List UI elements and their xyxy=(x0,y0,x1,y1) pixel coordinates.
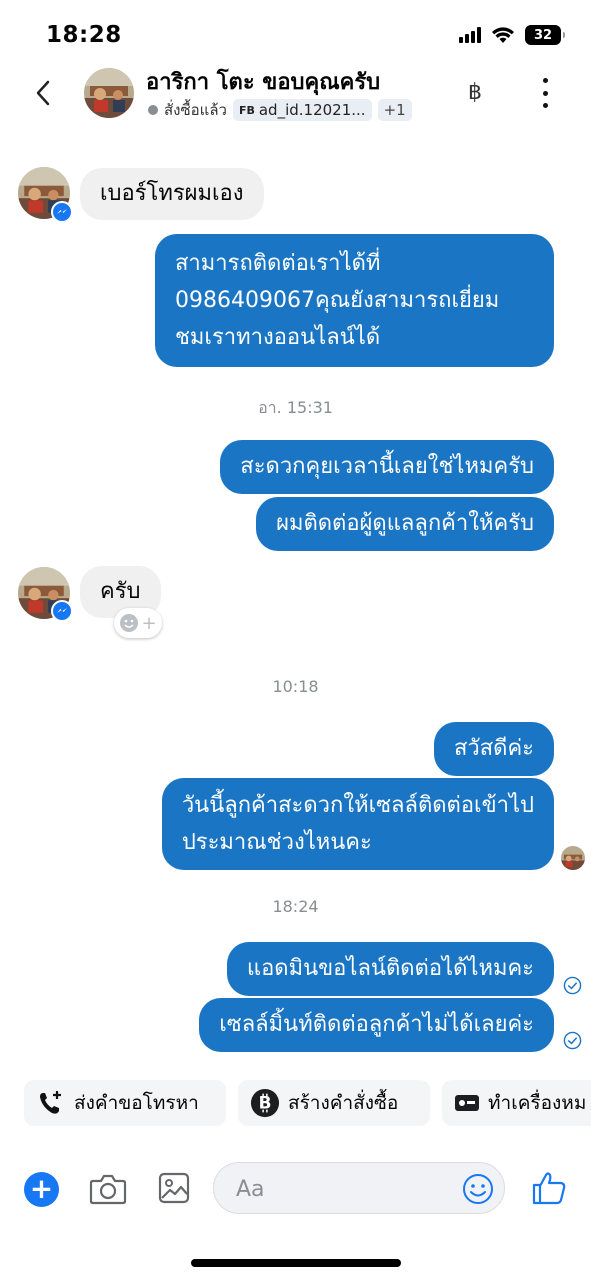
cellular-signal-icon xyxy=(459,27,481,43)
message-composer: + Aa xyxy=(0,1160,591,1220)
ad-id-text: ad_id.12021... xyxy=(258,101,366,119)
outgoing-message[interactable]: แอดมินขอไลน์ติดต่อได้ไหมคะ xyxy=(226,942,554,996)
smiley-icon xyxy=(120,614,139,632)
message-line: สามารถติดต่อเราได้ที่ xyxy=(175,251,381,276)
svg-text:B: B xyxy=(259,1093,272,1113)
mark-button[interactable]: ทำเครื่องหม xyxy=(442,1080,591,1126)
outgoing-message[interactable]: สะดวกคุยเวลานี้เลยใช่ไหมครับ xyxy=(220,440,554,494)
incoming-message[interactable]: เบอร์โทรผมเอง xyxy=(80,168,264,220)
seen-avatar xyxy=(561,846,585,870)
quick-action-label: สร้างคำสั่งซื้อ xyxy=(288,1092,399,1114)
phone-plus-icon xyxy=(36,1088,66,1118)
fb-label: FB xyxy=(238,103,255,117)
status-bar: 18:28 32 xyxy=(0,0,591,60)
ad-id-tag[interactable]: FB ad_id.12021... xyxy=(232,99,372,121)
message-input[interactable]: Aa xyxy=(213,1162,505,1214)
order-status-label: สั่งซื้อแล้ว xyxy=(164,101,227,119)
outgoing-message[interactable]: ผมติดต่อผู้ดูแลลูกค้าให้ครับ xyxy=(256,497,554,551)
camera-icon[interactable] xyxy=(89,1172,127,1206)
back-arrow-icon[interactable] xyxy=(30,76,56,110)
outgoing-message[interactable]: วันนี้ลูกค้าสะดวกให้เซลล์ติดต่อเข้าไป ปร… xyxy=(161,778,554,870)
status-dot-icon xyxy=(148,105,158,115)
delivered-check-icon xyxy=(563,1031,582,1050)
card-icon xyxy=(454,1088,480,1118)
message-placeholder: Aa xyxy=(236,1177,265,1202)
conversation-header: อาริกา โตะ ขอบคุณครับ สั่งซื้อแล้ว FB ad… xyxy=(0,60,591,130)
timestamp: 10:18 xyxy=(272,677,319,696)
quick-action-label: ส่งคำขอโทรหา xyxy=(74,1092,199,1114)
status-time: 18:28 xyxy=(46,22,122,48)
messenger-icon xyxy=(51,201,73,223)
outgoing-message[interactable]: สามารถติดต่อเราได้ที่ 0986409067คุณยังสา… xyxy=(155,234,554,367)
add-reaction-button[interactable]: + xyxy=(114,608,162,638)
message-line: วันนี้ลูกค้าสะดวกให้เซลล์ติดต่อเข้าไป xyxy=(181,793,534,818)
contact-name[interactable]: อาริกา โตะ ขอบคุณครับ xyxy=(146,64,380,99)
timestamp: 18:24 xyxy=(272,897,319,916)
message-line: ประมาณช่วงไหนคะ xyxy=(181,830,372,855)
more-tags-badge[interactable]: +1 xyxy=(377,99,412,121)
battery-icon: 32 xyxy=(525,25,565,45)
request-call-button[interactable]: ส่งคำขอโทรหา xyxy=(24,1080,226,1126)
thumbs-up-icon[interactable] xyxy=(531,1170,567,1206)
delivered-check-icon xyxy=(563,976,582,995)
home-indicator xyxy=(191,1259,401,1267)
contact-avatar[interactable] xyxy=(84,68,134,118)
bitcoin-icon: B xyxy=(250,1088,280,1118)
wifi-icon xyxy=(492,27,514,43)
message-line: ชมเราทางออนไลน์ได้ xyxy=(175,325,381,350)
timestamp: อา. 15:31 xyxy=(258,398,333,417)
contact-subtitle: สั่งซื้อแล้ว FB ad_id.12021... +1 xyxy=(148,98,412,122)
more-options-icon[interactable] xyxy=(538,78,552,108)
plus-icon: + xyxy=(141,612,157,634)
message-line: 0986409067คุณยังสามารถเยี่ยม xyxy=(175,288,500,313)
messenger-icon xyxy=(51,600,73,622)
baht-icon[interactable]: ฿ xyxy=(468,80,482,105)
create-order-button[interactable]: B สร้างคำสั่งซื้อ xyxy=(238,1080,430,1126)
outgoing-message[interactable]: เซลล์มิ้นท์ติดต่อลูกค้าไม่ได้เลยค่ะ xyxy=(199,998,554,1052)
status-icons: 32 xyxy=(459,25,565,45)
outgoing-message[interactable]: สวัสดีค่ะ xyxy=(433,722,554,776)
quick-action-label: ทำเครื่องหม xyxy=(488,1092,587,1114)
emoji-icon[interactable] xyxy=(462,1173,494,1205)
add-attachment-button[interactable]: + xyxy=(24,1172,59,1207)
gallery-icon[interactable] xyxy=(158,1172,190,1204)
